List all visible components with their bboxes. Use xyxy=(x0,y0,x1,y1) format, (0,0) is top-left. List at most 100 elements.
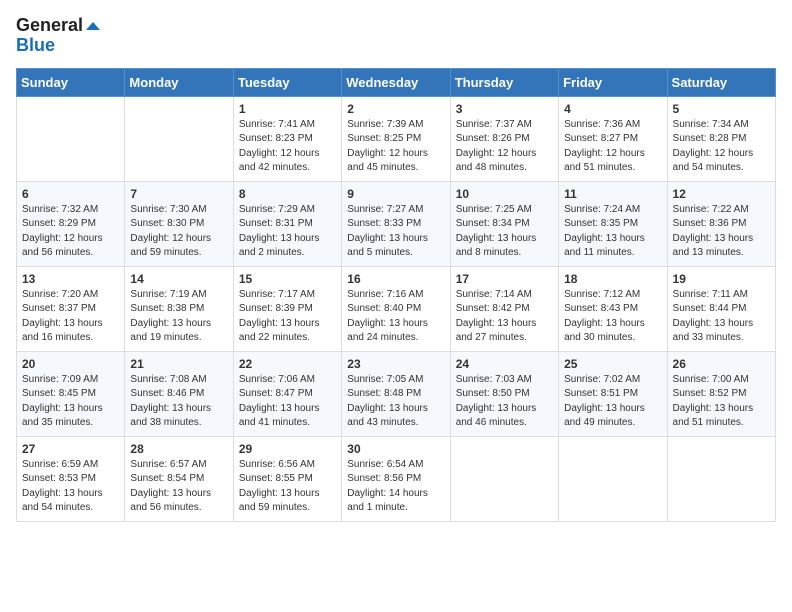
day-info: Sunrise: 7:20 AMSunset: 8:37 PMDaylight:… xyxy=(22,288,119,346)
day-cell: 16 Sunrise: 7:16 AMSunset: 8:40 PMDayligh… xyxy=(342,266,450,351)
day-number: 16 xyxy=(347,272,444,286)
day-info: Sunrise: 7:34 AMSunset: 8:28 PMDaylight:… xyxy=(673,118,770,176)
day-info: Sunrise: 7:06 AMSunset: 8:47 PMDaylight:… xyxy=(239,373,336,431)
day-info: Sunrise: 6:54 AMSunset: 8:56 PMDaylight:… xyxy=(347,458,444,516)
weekday-header-tuesday: Tuesday xyxy=(233,68,341,96)
day-number: 25 xyxy=(564,357,661,371)
week-row-1: 1 Sunrise: 7:41 AMSunset: 8:23 PMDaylight… xyxy=(17,96,776,181)
logo-blue: Blue xyxy=(16,36,100,56)
day-number: 2 xyxy=(347,102,444,116)
day-info: Sunrise: 7:14 AMSunset: 8:42 PMDaylight:… xyxy=(456,288,553,346)
day-info: Sunrise: 7:30 AMSunset: 8:30 PMDaylight:… xyxy=(130,203,227,261)
weekday-header-sunday: Sunday xyxy=(17,68,125,96)
day-cell: 8Sunrise: 7:29 AMSunset: 8:31 PMDaylight… xyxy=(233,181,341,266)
day-cell: 10 Sunrise: 7:25 AMSunset: 8:34 PMDayligh… xyxy=(450,181,558,266)
day-cell: 26 Sunrise: 7:00 AMSunset: 8:52 PMDayligh… xyxy=(667,351,775,436)
day-number: 28 xyxy=(130,442,227,456)
day-cell: 12Sunrise: 7:22 AMSunset: 8:36 PMDayligh… xyxy=(667,181,775,266)
day-cell: 7 Sunrise: 7:30 AMSunset: 8:30 PMDaylight… xyxy=(125,181,233,266)
day-cell: 2 Sunrise: 7:39 AMSunset: 8:25 PMDaylight… xyxy=(342,96,450,181)
day-number: 8 xyxy=(239,187,336,201)
day-info: Sunrise: 7:05 AMSunset: 8:48 PMDaylight:… xyxy=(347,373,444,431)
day-number: 30 xyxy=(347,442,444,456)
day-number: 1 xyxy=(239,102,336,116)
day-info: Sunrise: 7:39 AMSunset: 8:25 PMDaylight:… xyxy=(347,118,444,176)
day-cell: 18 Sunrise: 7:12 AMSunset: 8:43 PMDayligh… xyxy=(559,266,667,351)
day-info: Sunrise: 7:02 AMSunset: 8:51 PMDaylight:… xyxy=(564,373,661,431)
day-number: 4 xyxy=(564,102,661,116)
day-info: Sunrise: 7:27 AMSunset: 8:33 PMDaylight:… xyxy=(347,203,444,261)
day-number: 5 xyxy=(673,102,770,116)
day-number: 13 xyxy=(22,272,119,286)
day-cell: 21Sunrise: 7:08 AMSunset: 8:46 PMDayligh… xyxy=(125,351,233,436)
day-number: 19 xyxy=(673,272,770,286)
day-number: 26 xyxy=(673,357,770,371)
day-info: Sunrise: 7:36 AMSunset: 8:27 PMDaylight:… xyxy=(564,118,661,176)
day-info: Sunrise: 7:16 AMSunset: 8:40 PMDaylight:… xyxy=(347,288,444,346)
day-cell: 4 Sunrise: 7:36 AMSunset: 8:27 PMDaylight… xyxy=(559,96,667,181)
day-cell: 13 Sunrise: 7:20 AMSunset: 8:37 PMDayligh… xyxy=(17,266,125,351)
day-cell: 5 Sunrise: 7:34 AMSunset: 8:28 PMDaylight… xyxy=(667,96,775,181)
day-number: 7 xyxy=(130,187,227,201)
day-cell: 1 Sunrise: 7:41 AMSunset: 8:23 PMDaylight… xyxy=(233,96,341,181)
day-cell: 25 Sunrise: 7:02 AMSunset: 8:51 PMDayligh… xyxy=(559,351,667,436)
day-number: 29 xyxy=(239,442,336,456)
day-info: Sunrise: 7:03 AMSunset: 8:50 PMDaylight:… xyxy=(456,373,553,431)
day-cell: 17Sunrise: 7:14 AMSunset: 8:42 PMDayligh… xyxy=(450,266,558,351)
day-cell xyxy=(667,436,775,521)
day-info: Sunrise: 6:57 AMSunset: 8:54 PMDaylight:… xyxy=(130,458,227,516)
day-cell: 3Sunrise: 7:37 AMSunset: 8:26 PMDaylight… xyxy=(450,96,558,181)
day-number: 3 xyxy=(456,102,553,116)
day-info: Sunrise: 7:11 AMSunset: 8:44 PMDaylight:… xyxy=(673,288,770,346)
week-row-3: 13 Sunrise: 7:20 AMSunset: 8:37 PMDayligh… xyxy=(17,266,776,351)
day-cell: 29 Sunrise: 6:56 AMSunset: 8:55 PMDayligh… xyxy=(233,436,341,521)
weekday-header-row: SundayMondayTuesdayWednesdayThursdayFrid… xyxy=(17,68,776,96)
day-cell: 28 Sunrise: 6:57 AMSunset: 8:54 PMDayligh… xyxy=(125,436,233,521)
logo-general: General xyxy=(16,16,100,36)
day-info: Sunrise: 7:41 AMSunset: 8:23 PMDaylight:… xyxy=(239,118,336,176)
day-cell: 9Sunrise: 7:27 AMSunset: 8:33 PMDaylight… xyxy=(342,181,450,266)
day-info: Sunrise: 7:19 AMSunset: 8:38 PMDaylight:… xyxy=(130,288,227,346)
day-number: 11 xyxy=(564,187,661,201)
day-info: Sunrise: 7:17 AMSunset: 8:39 PMDaylight:… xyxy=(239,288,336,346)
day-number: 10 xyxy=(456,187,553,201)
day-number: 14 xyxy=(130,272,227,286)
day-number: 18 xyxy=(564,272,661,286)
day-cell: 23 Sunrise: 7:05 AMSunset: 8:48 PMDayligh… xyxy=(342,351,450,436)
day-cell xyxy=(17,96,125,181)
day-number: 20 xyxy=(22,357,119,371)
weekday-header-friday: Friday xyxy=(559,68,667,96)
page-header: General Blue xyxy=(16,16,776,56)
day-cell: 24 Sunrise: 7:03 AMSunset: 8:50 PMDayligh… xyxy=(450,351,558,436)
calendar-table: SundayMondayTuesdayWednesdayThursdayFrid… xyxy=(16,68,776,522)
day-cell xyxy=(125,96,233,181)
day-cell: 27Sunrise: 6:59 AMSunset: 8:53 PMDayligh… xyxy=(17,436,125,521)
day-cell xyxy=(559,436,667,521)
weekday-header-wednesday: Wednesday xyxy=(342,68,450,96)
day-number: 15 xyxy=(239,272,336,286)
day-number: 24 xyxy=(456,357,553,371)
day-cell: 30 Sunrise: 6:54 AMSunset: 8:56 PMDayligh… xyxy=(342,436,450,521)
day-number: 6 xyxy=(22,187,119,201)
day-cell: 15 Sunrise: 7:17 AMSunset: 8:39 PMDayligh… xyxy=(233,266,341,351)
week-row-2: 6Sunrise: 7:32 AMSunset: 8:29 PMDaylight… xyxy=(17,181,776,266)
day-info: Sunrise: 7:00 AMSunset: 8:52 PMDaylight:… xyxy=(673,373,770,431)
logo-mark: General Blue xyxy=(16,16,100,56)
weekday-header-saturday: Saturday xyxy=(667,68,775,96)
day-number: 23 xyxy=(347,357,444,371)
day-cell: 14 Sunrise: 7:19 AMSunset: 8:38 PMDayligh… xyxy=(125,266,233,351)
day-info: Sunrise: 7:25 AMSunset: 8:34 PMDaylight:… xyxy=(456,203,553,261)
day-cell: 6Sunrise: 7:32 AMSunset: 8:29 PMDaylight… xyxy=(17,181,125,266)
day-info: Sunrise: 7:24 AMSunset: 8:35 PMDaylight:… xyxy=(564,203,661,261)
day-info: Sunrise: 7:22 AMSunset: 8:36 PMDaylight:… xyxy=(673,203,770,261)
week-row-5: 27Sunrise: 6:59 AMSunset: 8:53 PMDayligh… xyxy=(17,436,776,521)
day-info: Sunrise: 6:56 AMSunset: 8:55 PMDaylight:… xyxy=(239,458,336,516)
logo: General Blue xyxy=(16,16,100,56)
day-cell: 11 Sunrise: 7:24 AMSunset: 8:35 PMDayligh… xyxy=(559,181,667,266)
day-cell xyxy=(450,436,558,521)
day-info: Sunrise: 6:59 AMSunset: 8:53 PMDaylight:… xyxy=(22,458,119,516)
day-cell: 22Sunrise: 7:06 AMSunset: 8:47 PMDayligh… xyxy=(233,351,341,436)
day-cell: 20Sunrise: 7:09 AMSunset: 8:45 PMDayligh… xyxy=(17,351,125,436)
day-info: Sunrise: 7:12 AMSunset: 8:43 PMDaylight:… xyxy=(564,288,661,346)
week-row-4: 20Sunrise: 7:09 AMSunset: 8:45 PMDayligh… xyxy=(17,351,776,436)
